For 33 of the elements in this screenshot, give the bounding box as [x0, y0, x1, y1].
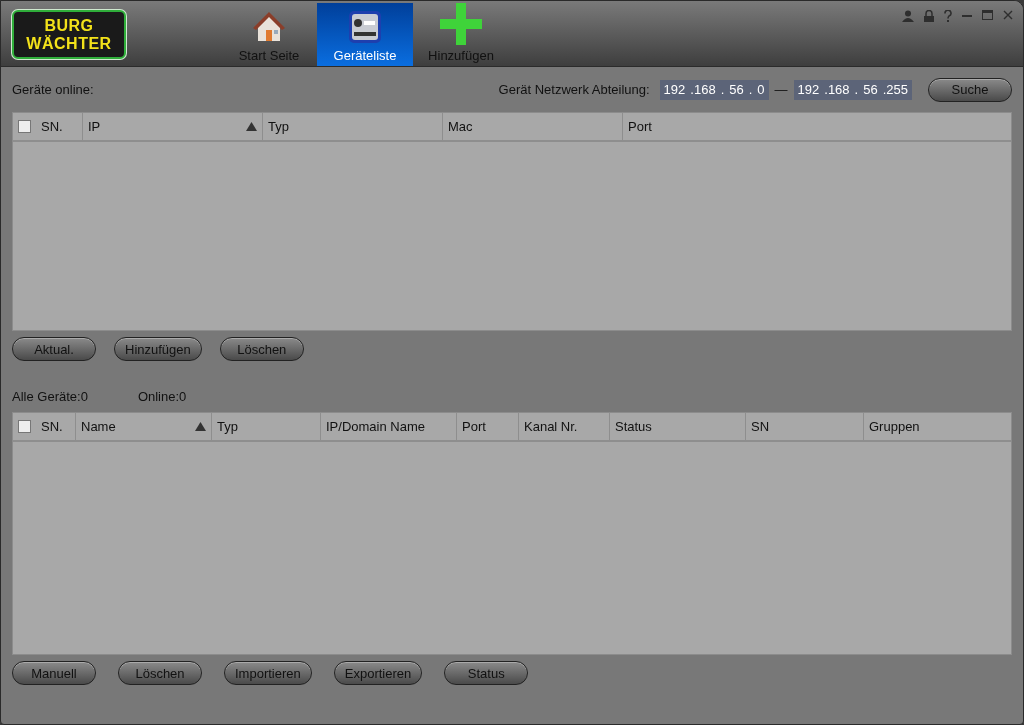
column-header[interactable]: SN — [746, 413, 864, 440]
column-header[interactable]: Gruppen — [864, 413, 1011, 440]
plus-icon — [440, 3, 482, 45]
range-dash: — — [774, 82, 788, 97]
user-icon[interactable] — [902, 10, 914, 22]
column-header[interactable]: Port — [623, 113, 1011, 140]
lock-icon[interactable] — [924, 10, 934, 22]
select-all-checkbox[interactable] — [18, 420, 31, 433]
logo: BURG WÄCHTER — [12, 10, 126, 59]
column-header[interactable]: SN. — [13, 113, 83, 140]
column-header[interactable]: Typ — [263, 113, 443, 140]
column-header[interactable]: Port — [457, 413, 519, 440]
section-title: Geräte online: — [12, 82, 94, 97]
column-header[interactable]: Typ — [212, 413, 321, 440]
close-icon[interactable] — [1003, 10, 1013, 20]
column-header[interactable]: Status — [610, 413, 746, 440]
device-count: Alle Geräte:0 — [12, 389, 88, 404]
column-header[interactable]: Mac — [443, 113, 623, 140]
online-count: Online:0 — [137, 389, 187, 404]
ip-address-field[interactable]: 192 .168 . 56 . 0 — [659, 79, 769, 100]
search-button[interactable]: Suche — [928, 77, 1012, 102]
column-header[interactable]: Name — [76, 413, 212, 440]
column-header[interactable]: IP/Domain Name — [321, 413, 457, 440]
range-label: Gerät Netzwerk Abteilung: — [498, 82, 650, 97]
select-all-checkbox[interactable] — [18, 120, 31, 133]
maximize-icon[interactable] — [982, 10, 993, 20]
column-header[interactable]: Kanal Nr. — [519, 413, 610, 440]
nav-tab[interactable]: Geräteliste — [317, 3, 413, 66]
camera-device-icon — [347, 9, 383, 45]
help-icon[interactable] — [944, 10, 952, 22]
column-header[interactable]: IP — [83, 113, 263, 140]
ip-address-field[interactable]: 192 .168 . 56 .255 — [793, 79, 912, 100]
column-header[interactable]: SN. — [13, 413, 76, 440]
